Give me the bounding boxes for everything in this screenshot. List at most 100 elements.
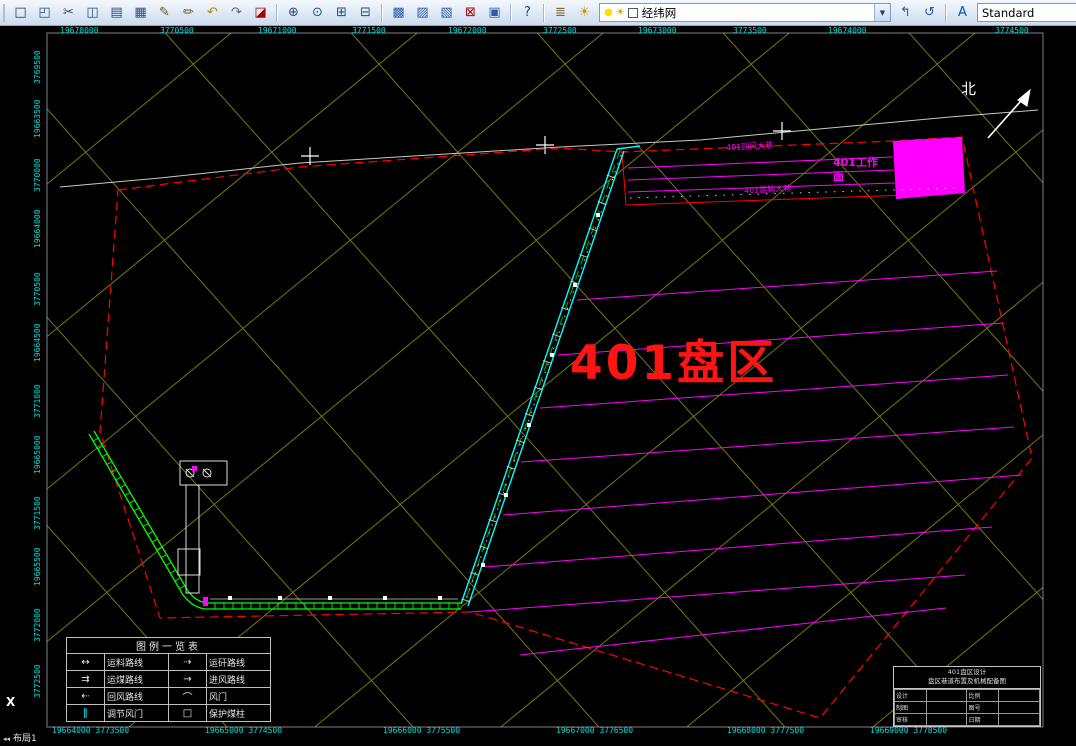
coord-label-left: 3771000 <box>33 384 42 418</box>
title-block-cell: 比例 <box>966 688 1000 702</box>
title-block-cell: 图号 <box>966 700 1000 714</box>
coord-label-bottom: 19666000 3775500 <box>383 726 461 735</box>
legend-table: 图例一览表 ↔ 运料路线 ⇢ 运矸路线 ⇉ 运煤路线 → 进风路线 ⇠ 回风路线 ⌒ 风门 ∥ 调节风门 □… <box>66 637 271 722</box>
coord-label-top: 19673000 <box>638 26 677 35</box>
title-block-row: 审核 日期 <box>894 712 1040 726</box>
text-style-icon[interactable]: A <box>951 1 974 24</box>
redo-icon[interactable]: ↷ <box>225 1 248 24</box>
close-drawing-icon[interactable]: ⊠ <box>459 1 482 24</box>
chevron-down-icon[interactable]: ▼ <box>874 4 890 21</box>
drawing-canvas[interactable]: 401盘区 401工作面 401回风大巷 401运输大巷 北 X 1967000… <box>0 26 1076 746</box>
help-icon[interactable]: ? <box>516 1 539 24</box>
layer-properties-icon[interactable]: ≣ <box>549 1 572 24</box>
legend-item-label: 进风路线 <box>206 670 271 688</box>
title-block-cell: 日期 <box>966 712 1000 726</box>
coord-label-bottom: 19665000 3774500 <box>205 726 283 735</box>
legend-item-label: 保护煤柱 <box>206 704 271 722</box>
title-block: 401盘区设计 盘区巷道布置及机械配备图 设计 比例 制图 图号 审核 日期 <box>893 666 1041 727</box>
cut-icon[interactable]: ✂ <box>57 1 80 24</box>
layer-control-combo[interactable]: ● ☀ 经纬网 ▼ <box>599 3 891 22</box>
ucs-x-label: X <box>6 695 16 709</box>
toolbar-items: □ ◰ ✂ ◫ ▤ ▦ ✎ ✏ ↶ ↷ ◪ ⊕ ⊙ ⊞ ⊟ ▩ ▨ ▧ ⊠ ▣? ≣ ☀ ● ☀ 经纬网 ▼ ↰ ↺ A Standard… <box>9 1 1076 24</box>
toolbar-separator <box>276 3 278 22</box>
layout-tab-bar: ◂◂ 布局1 <box>0 733 37 746</box>
coord-label-left: 3772000 <box>33 608 42 642</box>
zoom-realtime-icon[interactable]: ⊙ <box>306 1 329 24</box>
title-block-cell <box>998 712 1040 726</box>
coord-label-bottom: 19669000 3778500 <box>870 726 948 735</box>
coord-label-left: 19664500 <box>33 323 42 362</box>
toolbar-separator <box>381 3 383 22</box>
panel-boundary <box>99 136 1033 719</box>
north-label: 北 <box>961 80 977 98</box>
match-properties-icon[interactable]: ✏ <box>177 1 200 24</box>
make-layer-current-icon[interactable]: ↰ <box>894 1 917 24</box>
panel-region-title: 401盘区 <box>570 336 778 391</box>
text-style-combo-value: Standard <box>982 5 1035 20</box>
surface-line <box>59 109 1039 188</box>
properties-icon[interactable]: ▧ <box>435 1 458 24</box>
title-block-cell <box>998 700 1040 714</box>
layer-manager-icon[interactable]: ▩ <box>387 1 410 24</box>
legend-symbol: □ <box>168 704 207 722</box>
coord-label-left: 19663500 <box>33 99 42 138</box>
title-block-cell: 审核 <box>894 712 927 726</box>
north-arrow <box>987 88 1031 139</box>
yard-markers <box>192 466 208 606</box>
station-markers <box>228 213 600 600</box>
legend-title: 图例一览表 <box>66 637 271 654</box>
panel-cut-lines <box>469 270 1023 656</box>
coord-label-top: 3771500 <box>352 26 386 35</box>
copy-icon[interactable]: ◫ <box>81 1 104 24</box>
legend-symbol: ⇠ <box>66 687 105 705</box>
track-roadway-ties <box>92 437 459 609</box>
sun-icon: ☀ <box>615 6 625 18</box>
undo-icon[interactable]: ↶ <box>201 1 224 24</box>
layer-states-icon[interactable]: ☀ <box>573 1 596 24</box>
layer-previous-icon[interactable]: ↺ <box>918 1 941 24</box>
toolbar: □ ◰ ✂ ◫ ▤ ▦ ✎ ✏ ↶ ↷ ◪ ⊕ ⊙ ⊞ ⊟ ▩ ▨ ▧ ⊠ ▣? ≣ ☀ ● ☀ 经纬网 ▼ ↰ ↺ A Standard… <box>0 0 1076 26</box>
layer-color-chip <box>627 7 638 18</box>
zoom-window-icon[interactable]: ⊞ <box>330 1 353 24</box>
tab-layout1[interactable]: 布局1 <box>13 735 37 744</box>
coord-label-left: 19665000 <box>33 435 42 474</box>
title-block-cell <box>925 700 968 714</box>
layer-control-combo-value: 经纬网 <box>641 5 677 20</box>
title-block-cell <box>998 688 1040 702</box>
toolbar-separator <box>510 3 512 22</box>
legend-item-label: 调节风门 <box>104 704 169 722</box>
tab-nav-icon[interactable]: ◂◂ <box>3 736 10 743</box>
legend-item-label: 回风路线 <box>104 687 169 705</box>
paste-icon[interactable]: ▤ <box>105 1 128 24</box>
coord-label-top: 19671000 <box>258 26 297 35</box>
shaft-yard <box>177 460 228 594</box>
coord-label-bottom: 19664000 3773500 <box>52 726 130 735</box>
coord-label-left: 19665500 <box>33 547 42 586</box>
legend-row: ∥ 调节风门 □ 保护煤柱 <box>66 704 271 722</box>
zoom-previous-icon[interactable]: ⊟ <box>354 1 377 24</box>
track-roadway <box>88 430 461 610</box>
title-block-row: 设计 比例 <box>894 688 1040 702</box>
table-icon[interactable]: ▣ <box>483 1 506 24</box>
legend-item-label: 风门 <box>206 687 271 705</box>
zoom-in-icon[interactable]: ⊕ <box>282 1 305 24</box>
toolbar-grip[interactable] <box>3 3 5 22</box>
new-icon[interactable]: □ <box>9 1 32 24</box>
coord-label-top: 3774500 <box>995 26 1029 35</box>
coord-label-left: 3772500 <box>33 664 42 698</box>
coord-label-top: 3773500 <box>733 26 767 35</box>
hatch-icon[interactable]: ▨ <box>411 1 434 24</box>
legend-row: ⇉ 运煤路线 → 进风路线 <box>66 670 271 688</box>
legend-row: ↔ 运料路线 ⇢ 运矸路线 <box>66 653 271 671</box>
coord-label-top: 3770500 <box>160 26 194 35</box>
title-block-cell: 制图 <box>894 700 927 714</box>
bulb-icon: ● <box>604 6 613 18</box>
edit-icon[interactable]: ✎ <box>153 1 176 24</box>
coord-label-left: 3769500 <box>33 50 42 84</box>
erase-icon[interactable]: ◪ <box>249 1 272 24</box>
open-icon[interactable]: ◰ <box>33 1 56 24</box>
text-style-combo[interactable]: Standard▼ <box>977 3 1076 22</box>
title-block-line2: 盘区巷道布置及机械配备图 <box>928 677 1006 686</box>
print-icon[interactable]: ▦ <box>129 1 152 24</box>
legend-row: ⇠ 回风路线 ⌒ 风门 <box>66 687 271 705</box>
